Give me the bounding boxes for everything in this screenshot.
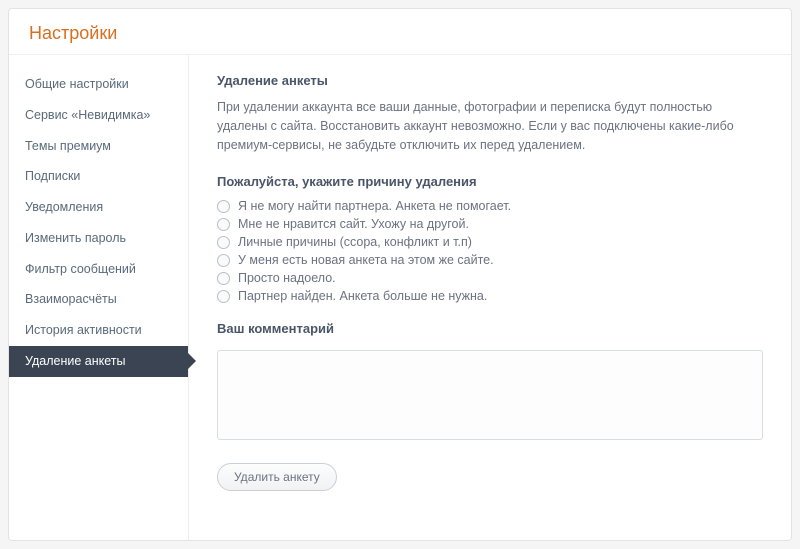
sidebar-item-3[interactable]: Подписки [9, 161, 188, 192]
reason-option-4[interactable]: Просто надоело. [217, 271, 763, 285]
sidebar-item-label: Общие настройки [25, 77, 129, 91]
sidebar-item-label: Темы премиум [25, 139, 111, 153]
sidebar: Общие настройки Сервис «Невидимка» Темы пр… [9, 55, 189, 540]
reason-label: Мне не нравится сайт. Ухожу на другой. [238, 217, 469, 231]
reason-option-2[interactable]: Личные причины (ссора, конфликт и т.п) [217, 235, 763, 249]
radio-icon [217, 272, 230, 285]
radio-icon [217, 236, 230, 249]
sidebar-item-label: Сервис «Невидимка» [25, 108, 150, 122]
sidebar-item-1[interactable]: Сервис «Невидимка» [9, 100, 188, 131]
page-title: Настройки [29, 23, 771, 44]
sidebar-item-0[interactable]: Общие настройки [9, 69, 188, 100]
sidebar-item-2[interactable]: Темы премиум [9, 131, 188, 162]
reason-option-0[interactable]: Я не могу найти партнера. Анкета не помо… [217, 199, 763, 213]
sidebar-item-6[interactable]: Фильтр сообщений [9, 254, 188, 285]
reason-option-5[interactable]: Партнер найден. Анкета больше не нужна. [217, 289, 763, 303]
reason-label: Я не могу найти партнера. Анкета не помо… [238, 199, 511, 213]
sidebar-item-label: Уведомления [25, 200, 103, 214]
comment-textarea[interactable] [217, 350, 763, 440]
sidebar-item-label: Подписки [25, 169, 80, 183]
radio-icon [217, 218, 230, 231]
delete-heading: Удаление анкеты [217, 73, 763, 88]
delete-button[interactable]: Удалить анкету [217, 463, 337, 491]
delete-description: При удалении аккаунта все ваши данные, ф… [217, 98, 763, 154]
panel-body: Общие настройки Сервис «Невидимка» Темы пр… [9, 55, 791, 540]
sidebar-item-label: Удаление анкеты [25, 354, 125, 368]
reason-label: Личные причины (ссора, конфликт и т.п) [238, 235, 472, 249]
sidebar-item-5[interactable]: Изменить пароль [9, 223, 188, 254]
panel-header: Настройки [9, 9, 791, 55]
reason-heading: Пожалуйста, укажите причину удаления [217, 174, 763, 189]
reason-label: Просто надоело. [238, 271, 336, 285]
reason-label: У меня есть новая анкета на этом же сайт… [238, 253, 494, 267]
radio-icon [217, 290, 230, 303]
sidebar-item-label: Фильтр сообщений [25, 262, 136, 276]
sidebar-item-label: Изменить пароль [25, 231, 126, 245]
reason-label: Партнер найден. Анкета больше не нужна. [238, 289, 487, 303]
sidebar-item-8[interactable]: История активности [9, 315, 188, 346]
reason-radio-group: Я не могу найти партнера. Анкета не помо… [217, 199, 763, 303]
settings-panel: Настройки Общие настройки Сервис «Невидим… [8, 8, 792, 541]
radio-icon [217, 254, 230, 267]
comment-label: Ваш комментарий [217, 321, 763, 336]
sidebar-item-label: История активности [25, 323, 142, 337]
sidebar-item-9[interactable]: Удаление анкеты [9, 346, 188, 377]
radio-icon [217, 200, 230, 213]
reason-option-1[interactable]: Мне не нравится сайт. Ухожу на другой. [217, 217, 763, 231]
sidebar-item-4[interactable]: Уведомления [9, 192, 188, 223]
content-area: Удаление анкеты При удалении аккаунта вс… [189, 55, 791, 540]
sidebar-item-label: Взаиморасчёты [25, 292, 117, 306]
sidebar-item-7[interactable]: Взаиморасчёты [9, 284, 188, 315]
reason-option-3[interactable]: У меня есть новая анкета на этом же сайт… [217, 253, 763, 267]
